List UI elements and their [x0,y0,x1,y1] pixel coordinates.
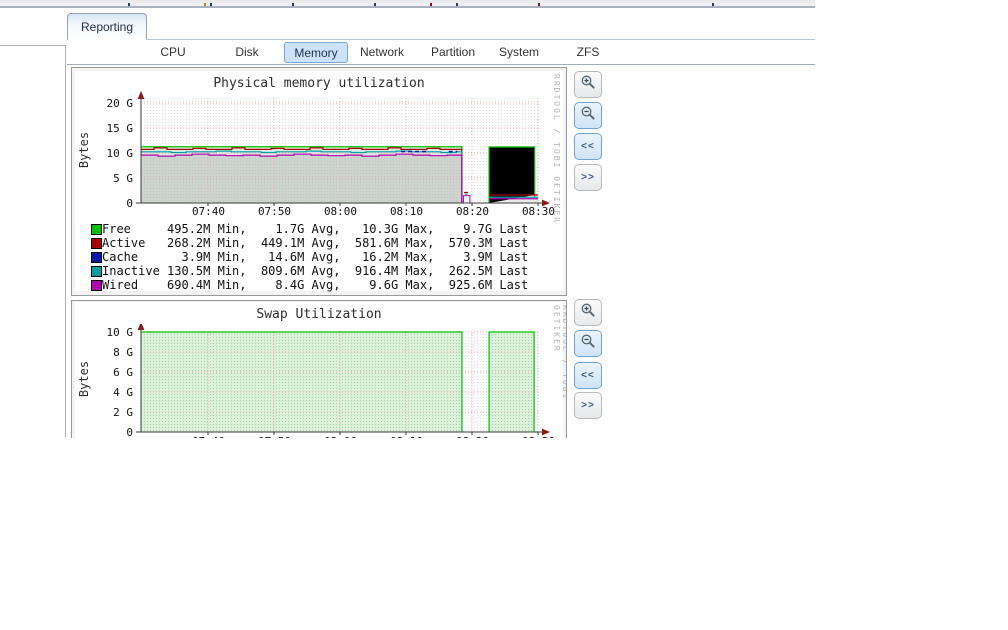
x-tick-label: 08:30 [522,205,555,218]
left-panel-top-border [0,45,65,46]
zoom-in-button[interactable] [574,71,602,98]
legend-values: Active 268.2M Min, 449.1M Avg, 581.6M Ma… [102,236,528,250]
window-toolbar-remnant [0,0,815,8]
rrdtool-attribution: RRDTOOL / TOBI OETIKER [552,74,561,224]
y-tick-label: 6 G [95,366,133,379]
y-tick-label: 20 G [95,97,133,110]
x-tick-label: 08:00 [324,435,357,438]
legend-values: Free 495.2M Min, 1.7G Avg, 10.3G Max, 9.… [102,222,528,236]
step-back-button[interactable]: << [574,362,602,389]
x-tick-label: 07:50 [258,205,291,218]
step-back-label: << [581,142,595,152]
legend-swatch [91,280,102,291]
tab-reporting[interactable]: Reporting [67,13,147,40]
legend-swatch [91,252,102,263]
step-forward-label: >> [581,401,595,411]
swap-graph-ylabel: Bytes [77,349,91,409]
x-tick-label: 07:40 [192,435,225,438]
zoom-in-button[interactable] [574,299,602,326]
legend-swatch [91,238,102,249]
subtab-memory-label: Memory [294,46,337,60]
magnifier-minus-icon [580,105,596,126]
legend-values: Wired 690.4M Min, 8.4G Avg, 9.6G Max, 92… [102,278,528,292]
magnifier-plus-icon [580,74,596,95]
step-back-label: << [581,371,595,381]
zoom-out-button[interactable] [574,102,602,129]
swap-graph-title: Swap Utilization [75,307,563,322]
x-tick-label: 08:30 [522,435,555,438]
left-panel-divider [65,45,66,437]
step-forward-button[interactable]: >> [574,392,602,419]
legend-values: Cache 3.9M Min, 14.6M Avg, 16.2M Max, 3.… [102,250,528,264]
subtab-zfs[interactable]: ZFS [577,44,600,60]
legend-swatch [91,224,102,235]
rrdtool-attribution: RRDTOOL / TOBI OETIKER [552,305,567,438]
tab-reporting-label: Reporting [81,20,133,34]
subtab-disk[interactable]: Disk [235,44,258,60]
x-tick-label: 08:20 [456,435,489,438]
x-tick-label: 08:10 [390,435,423,438]
subtab-memory-active[interactable]: Memory [284,42,348,63]
y-tick-label: 0 [95,197,133,210]
y-tick-label: 0 [95,426,133,438]
memory-graph-panel: Physical memory utilization Bytes 20 G 15… [71,67,567,296]
x-tick-label: 08:00 [324,205,357,218]
y-tick-label: 5 G [95,172,133,185]
subtab-partition[interactable]: Partition [431,44,475,60]
magnifier-minus-icon [580,333,596,354]
subtab-network[interactable]: Network [360,44,404,60]
step-forward-label: >> [581,173,595,183]
memory-graph-title: Physical memory utilization [75,76,563,91]
x-tick-label: 08:20 [456,205,489,218]
reporting-subtab-bar: CPU Disk Memory Network Partition System… [67,40,815,65]
x-tick-label: 08:10 [390,205,423,218]
memory-graph-image: Physical memory utilization Bytes 20 G 15… [75,71,563,291]
magnifier-plus-icon [580,302,596,323]
legend-swatch [91,266,102,277]
step-back-button[interactable]: << [574,133,602,160]
y-tick-label: 2 G [95,406,133,419]
swap-graph-panel: Swap Utilization Bytes 10 G 8 G 6 G 4 G 2 G 0… [71,300,567,438]
x-tick-label: 07:40 [192,205,225,218]
subtab-cpu[interactable]: CPU [160,44,185,60]
swap-graph-image: Swap Utilization Bytes 10 G 8 G 6 G 4 G 2 G 0… [75,302,563,438]
memory-graph-plot [131,91,563,213]
x-tick-label: 07:50 [258,435,291,438]
y-tick-label: 10 G [95,147,133,160]
y-tick-label: 15 G [95,122,133,135]
y-tick-label: 8 G [95,346,133,359]
subtab-system[interactable]: System [499,44,539,60]
step-forward-button[interactable]: >> [574,164,602,191]
zoom-out-button[interactable] [574,330,602,357]
legend-values: Inactive 130.5M Min, 809.6M Avg, 916.4M … [102,264,528,278]
memory-graph-ylabel: Bytes [77,120,91,180]
y-tick-label: 4 G [95,386,133,399]
y-tick-label: 10 G [95,326,133,339]
swap-graph-plot [131,324,563,438]
